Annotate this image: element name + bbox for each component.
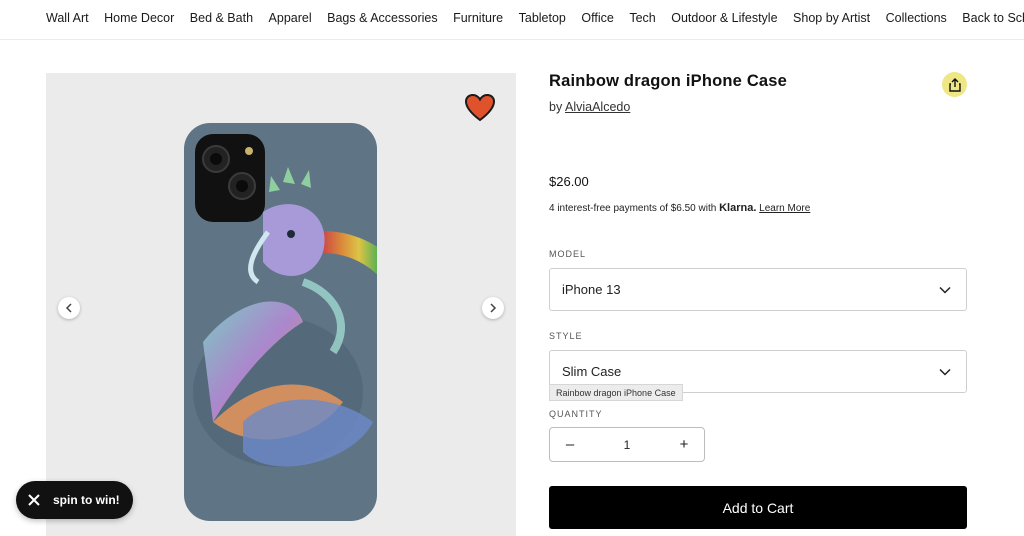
favorite-button[interactable] [464, 93, 496, 123]
klarna-learn-more-link[interactable]: Learn More [759, 203, 810, 214]
top-navigation: Wall Art Home Decor Bed & Bath Apparel B… [0, 0, 1024, 40]
model-label: MODEL [549, 249, 587, 259]
previous-image-button[interactable] [58, 297, 80, 319]
nav-item-bed-bath[interactable]: Bed & Bath [190, 11, 253, 25]
klarna-info: 4 interest-free payments of $6.50 with K… [549, 202, 810, 214]
model-value: iPhone 13 [562, 282, 621, 297]
artist-byline: by AlviaAlcedo [549, 100, 630, 114]
klarna-text: 4 interest-free payments of $6.50 with [549, 203, 717, 214]
chevron-down-icon [939, 368, 951, 376]
share-button[interactable] [942, 72, 967, 97]
product-title: Rainbow dragon iPhone Case [549, 72, 788, 90]
nav-item-tech[interactable]: Tech [629, 11, 655, 25]
quantity-label: QUANTITY [549, 409, 603, 419]
product-gallery [46, 73, 516, 536]
chevron-left-icon [65, 303, 72, 313]
nav-item-shop-by-artist[interactable]: Shop by Artist [793, 11, 870, 25]
chevron-down-icon [939, 286, 951, 294]
heart-icon [464, 93, 496, 122]
next-image-button[interactable] [482, 297, 504, 319]
chevron-right-icon [490, 303, 497, 313]
nav-item-outdoor-lifestyle[interactable]: Outdoor & Lifestyle [671, 11, 777, 25]
close-icon[interactable] [27, 493, 41, 507]
nav-item-apparel[interactable]: Apparel [269, 11, 312, 25]
quantity-stepper: – 1 + [549, 427, 705, 462]
by-prefix: by [549, 100, 563, 114]
nav-item-furniture[interactable]: Furniture [453, 11, 503, 25]
share-icon [948, 77, 961, 92]
quantity-value[interactable]: 1 [624, 438, 631, 452]
nav-item-tabletop[interactable]: Tabletop [519, 11, 566, 25]
nav-item-back-to-school[interactable]: Back to School [962, 11, 1024, 25]
style-label: STYLE [549, 331, 583, 341]
spin-to-win-button[interactable]: spin to win! [16, 481, 133, 519]
nav-item-collections[interactable]: Collections [886, 11, 947, 25]
add-to-cart-button[interactable]: Add to Cart [549, 486, 967, 529]
nav-item-bags-accessories[interactable]: Bags & Accessories [327, 11, 437, 25]
tooltip: Rainbow dragon iPhone Case [549, 384, 683, 401]
nav-item-office[interactable]: Office [581, 11, 613, 25]
product-image [184, 123, 377, 521]
artist-link[interactable]: AlviaAlcedo [565, 100, 630, 114]
klarna-brand: Klarna. [719, 202, 757, 214]
spin-to-win-label: spin to win! [53, 493, 120, 507]
style-value: Slim Case [562, 364, 622, 379]
nav-item-home-decor[interactable]: Home Decor [104, 11, 174, 25]
quantity-increase-button[interactable]: + [664, 428, 704, 461]
nav-item-wall-art[interactable]: Wall Art [46, 11, 89, 25]
quantity-decrease-button[interactable]: – [550, 428, 590, 461]
product-price: $26.00 [549, 174, 589, 189]
nav-list: Wall Art Home Decor Bed & Bath Apparel B… [46, 11, 1024, 25]
model-select[interactable]: iPhone 13 [549, 268, 967, 311]
